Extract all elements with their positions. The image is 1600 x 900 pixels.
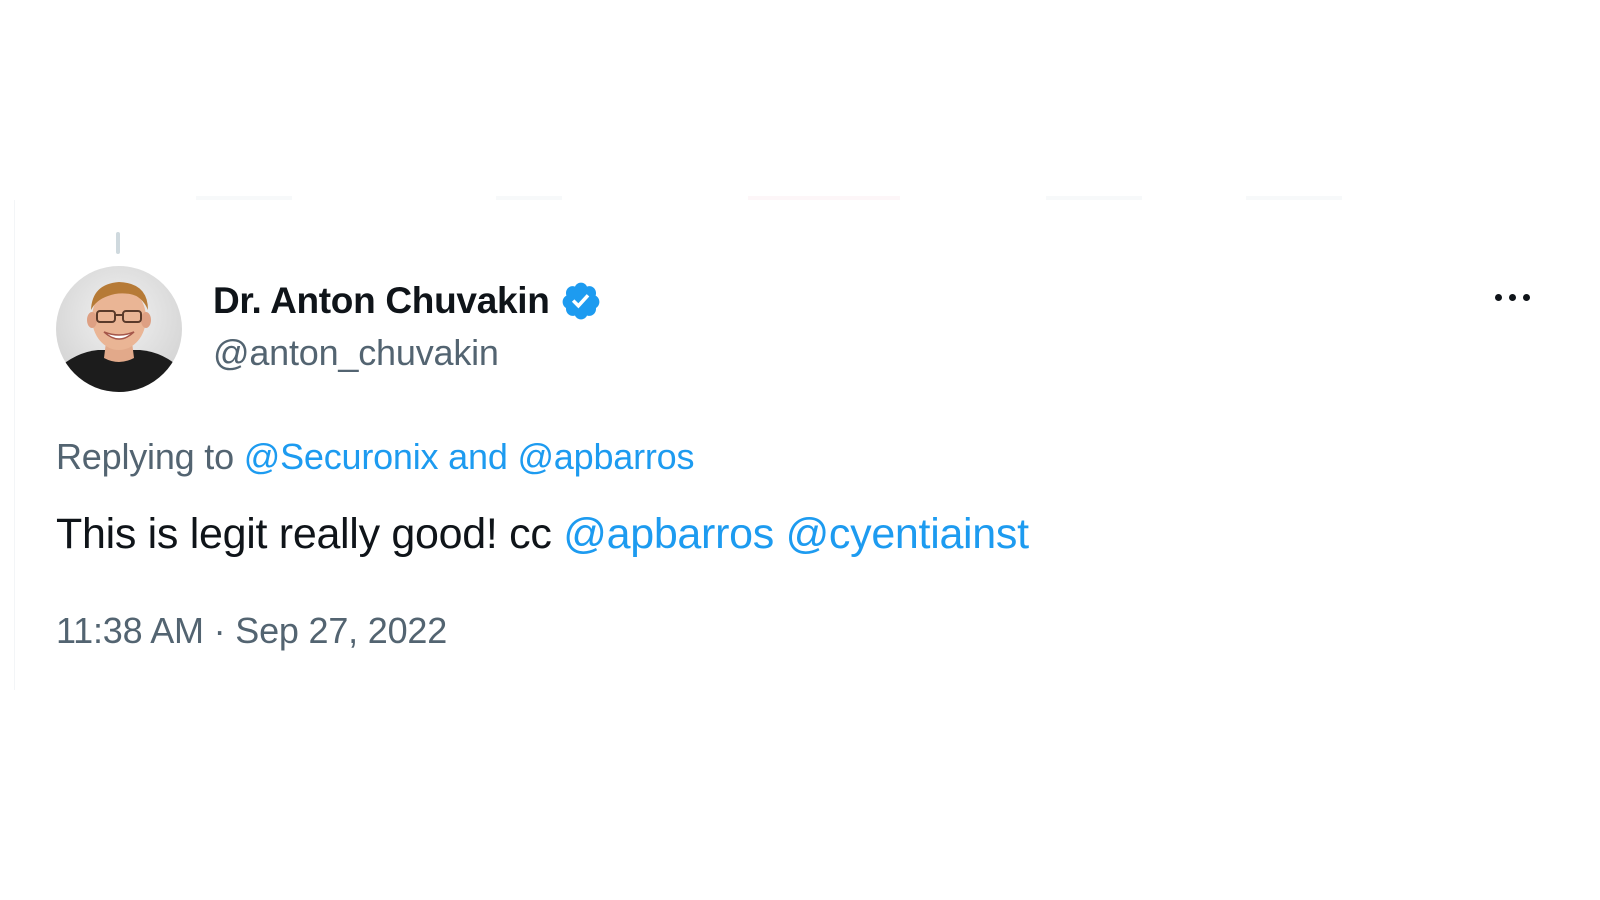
- avatar[interactable]: [56, 266, 182, 392]
- verified-badge-icon[interactable]: [560, 280, 602, 322]
- tweet-mention-cyentiainst[interactable]: @cyentiainst: [786, 510, 1030, 558]
- more-dot: [1494, 293, 1502, 301]
- more-dot: [1522, 293, 1530, 301]
- tweet-body-text: This is legit really good! cc: [56, 510, 552, 558]
- author-handle[interactable]: @anton_chuvakin: [213, 332, 499, 374]
- author-name-row[interactable]: Dr. Anton Chuvakin: [213, 278, 602, 324]
- tweet-mention-apbarros[interactable]: @apbarros: [563, 510, 774, 558]
- tweet-timestamp[interactable]: 11:38 AM · Sep 27, 2022: [56, 610, 447, 652]
- tweet-page: Dr. Anton Chuvakin @anton_chuvakin Reply…: [0, 0, 1600, 900]
- tweet-date[interactable]: Sep 27, 2022: [235, 610, 447, 651]
- thread-connector-line: [116, 232, 120, 254]
- replying-to-label: Replying to: [56, 436, 234, 477]
- more-dot: [1508, 293, 1516, 301]
- replying-to-line: Replying to @Securonix and @apbarros: [56, 436, 694, 478]
- replying-conjunction[interactable]: and: [448, 436, 508, 477]
- tweet-time[interactable]: 11:38 AM: [56, 610, 204, 651]
- more-options-icon[interactable]: [1488, 282, 1536, 312]
- timestamp-separator: ·: [213, 610, 226, 651]
- replying-mention-apbarros[interactable]: @apbarros: [517, 436, 694, 477]
- tweet-text: This is legit really good! cc @apbarros …: [56, 510, 1029, 559]
- author-display-name[interactable]: Dr. Anton Chuvakin: [213, 280, 550, 322]
- replying-mention-securonix[interactable]: @Securonix: [244, 436, 439, 477]
